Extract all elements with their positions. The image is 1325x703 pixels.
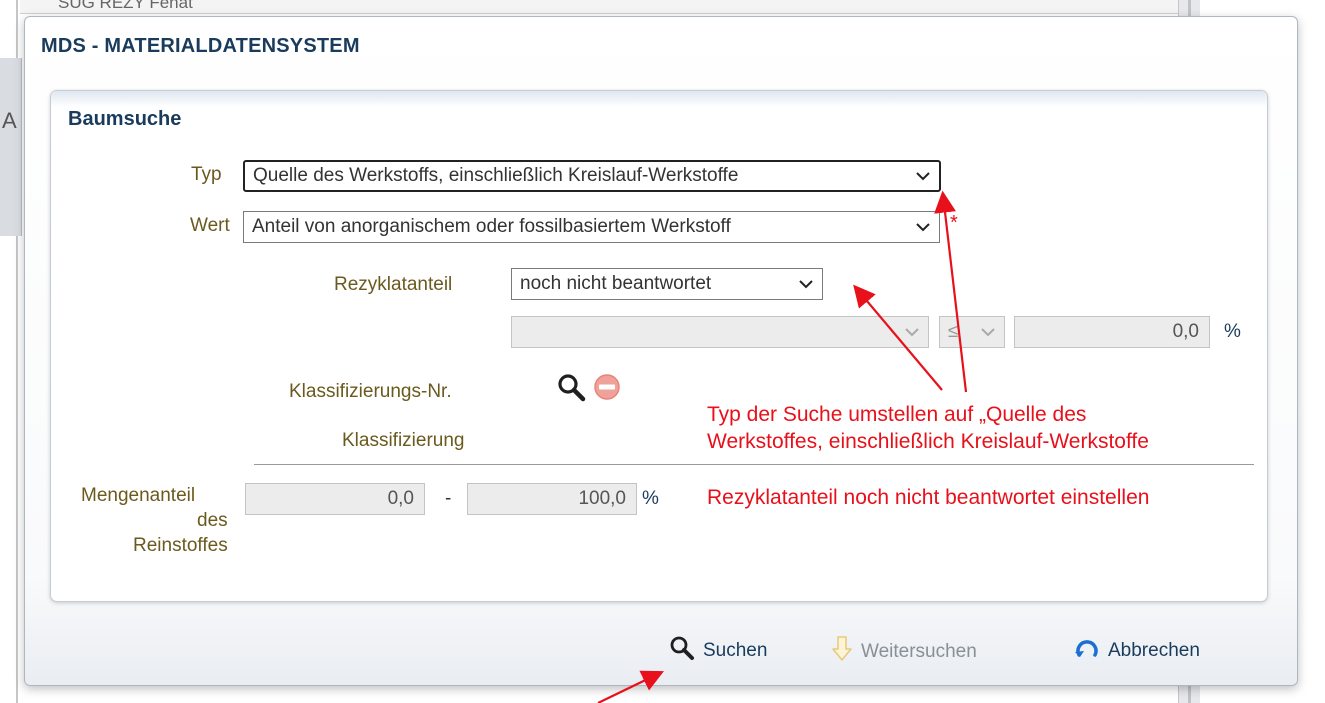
arrow-to-typ bbox=[934, 190, 968, 393]
arrow-to-search bbox=[597, 670, 664, 703]
annotation-arrows bbox=[597, 190, 968, 703]
arrow-to-rezyklatanteil bbox=[853, 284, 943, 391]
